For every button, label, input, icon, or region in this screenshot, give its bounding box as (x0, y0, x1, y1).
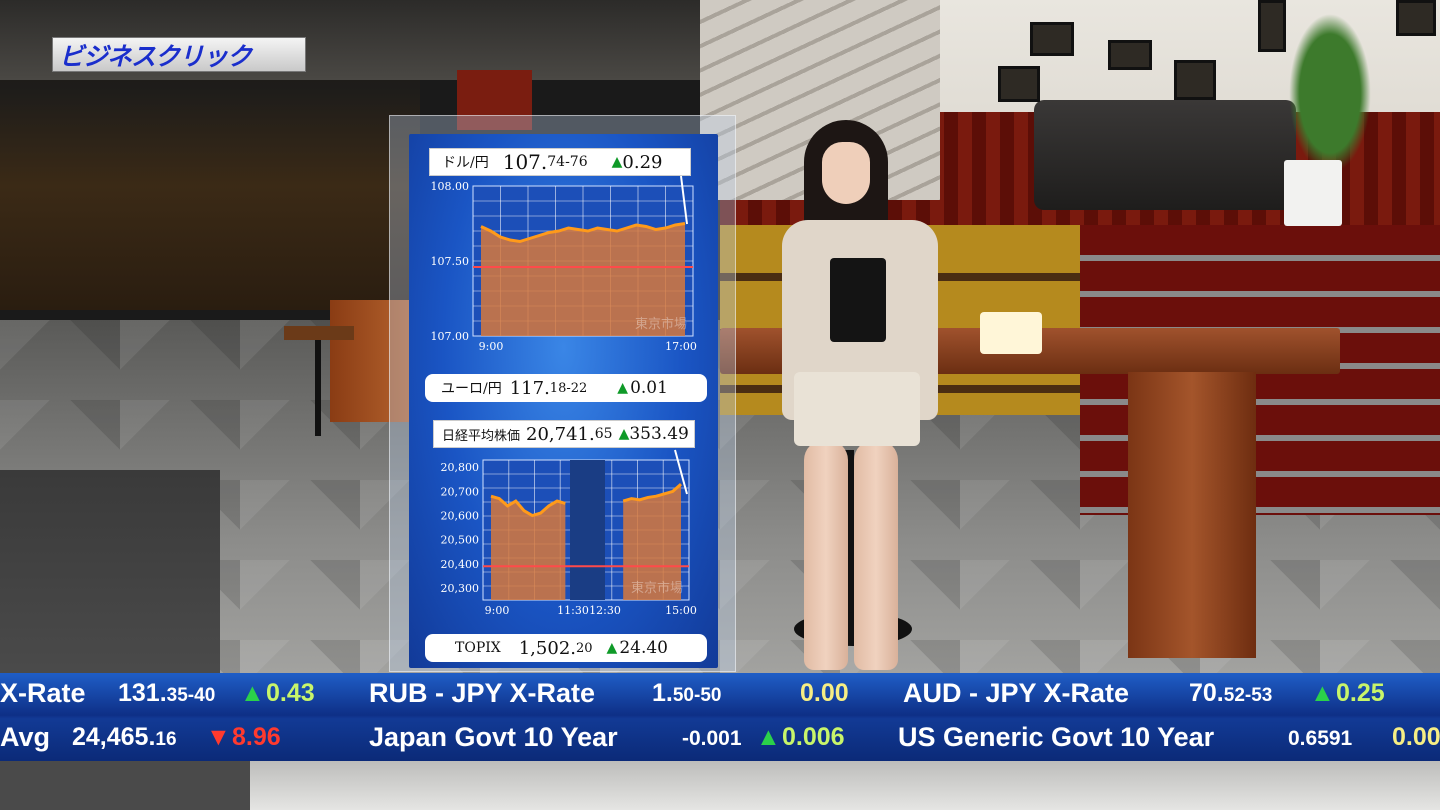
lunch-break-band (570, 460, 605, 600)
ticker-value: 24,465.16 (72, 723, 177, 751)
broadcast-frame: ビジネスクリック ドル/円 107. 74-76 ▲ 0.29 108.00 10… (0, 0, 1440, 810)
watermark: 東京市場 (631, 580, 683, 596)
y-tick-label: 20,800 (441, 461, 480, 474)
ticker-change: 8.96 (232, 723, 281, 751)
ticker-row-1: X-Rate 131.35-40 ▲ 0.43 RUB - JPY X-Rate… (0, 673, 1440, 717)
ticker-value: 1.50-50 (652, 679, 722, 707)
ticker-change: 0.43 (266, 679, 315, 707)
table-lamp (980, 312, 1042, 354)
y-tick-label: 20,700 (441, 485, 480, 498)
ticker-label: AUD - JPY X-Rate (903, 678, 1130, 708)
topix-name: TOPIX (455, 640, 501, 656)
picture-frame (1030, 22, 1074, 56)
x-tick-label: 9:00 (485, 604, 510, 617)
ticker-change: 0.00 (800, 679, 849, 707)
x-tick-label: 12:30 (589, 604, 621, 617)
potted-plant (1282, 0, 1378, 170)
ticker-label: X-Rate (0, 678, 86, 708)
up-arrow-icon: ▲ (606, 640, 618, 656)
ticker-row-2: Avg 24,465.16 ▼ 8.96 Japan Govt 10 Year … (0, 717, 1440, 761)
presenter (780, 120, 940, 675)
market-ticker: X-Rate 131.35-40 ▲ 0.43 RUB - JPY X-Rate… (0, 673, 1440, 761)
ticker-label: US Generic Govt 10 Year (898, 722, 1215, 752)
topix-strip: TOPIX 1,502. 20 ▲ 24.40 (425, 634, 707, 662)
bar-stool (284, 326, 354, 436)
picture-frame (1258, 0, 1286, 52)
picture-frame (1108, 40, 1152, 70)
ticker-value: -0.001 (682, 727, 742, 750)
picture-frame (1396, 0, 1436, 36)
ticker-value: 0.6591 (1288, 727, 1353, 750)
ticker-change: 0.006 (782, 723, 845, 751)
topix-value-main: 1,502. (518, 637, 576, 659)
ticker-label: Avg (0, 722, 51, 752)
x-tick-label: 15:00 (665, 604, 697, 617)
ticker-value: 70.52-53 (1189, 679, 1273, 707)
program-logo: ビジネスクリック (52, 37, 306, 72)
nikkei-chart: 20,800 20,700 20,600 20,500 20,400 20,300 9:00… (441, 449, 697, 617)
program-logo-text: ビジネスクリック (59, 41, 252, 71)
y-tick-label: 20,400 (441, 558, 480, 571)
picture-frame (1174, 60, 1216, 100)
presenter-skirt (794, 372, 920, 446)
presenter-face (822, 142, 870, 204)
ticker-change: 0.00 (1392, 723, 1440, 751)
topix-change: 24.40 (619, 638, 668, 658)
down-arrow-icon: ▼ (206, 723, 231, 751)
presenter-top (830, 258, 886, 342)
up-arrow-icon: ▲ (240, 679, 265, 707)
y-tick-label: 20,500 (441, 534, 480, 547)
ticker-value: 131.35-40 (118, 679, 216, 707)
ticker-label: RUB - JPY X-Rate (369, 678, 596, 708)
y-tick-label: 20,300 (441, 582, 480, 595)
market-panel: ドル/円 107. 74-76 ▲ 0.29 108.00 107.50 107.0… (409, 134, 718, 668)
topix-value-sub: 20 (576, 640, 593, 656)
plant-pot (1284, 160, 1342, 226)
ticker-change: 0.25 (1336, 679, 1385, 707)
floor-foreground-dark (0, 761, 250, 810)
x-tick-label: 11:30 (557, 604, 589, 617)
leather-sofa (1034, 100, 1296, 210)
y-tick-label: 20,600 (441, 510, 480, 523)
picture-frame (998, 66, 1040, 102)
ticker-label: Japan Govt 10 Year (369, 722, 618, 752)
up-arrow-icon: ▲ (756, 723, 781, 751)
presenter-leg (804, 440, 848, 670)
wooden-table-leg (1128, 372, 1256, 658)
up-arrow-icon: ▲ (1310, 679, 1335, 707)
presenter-leg (854, 440, 898, 670)
